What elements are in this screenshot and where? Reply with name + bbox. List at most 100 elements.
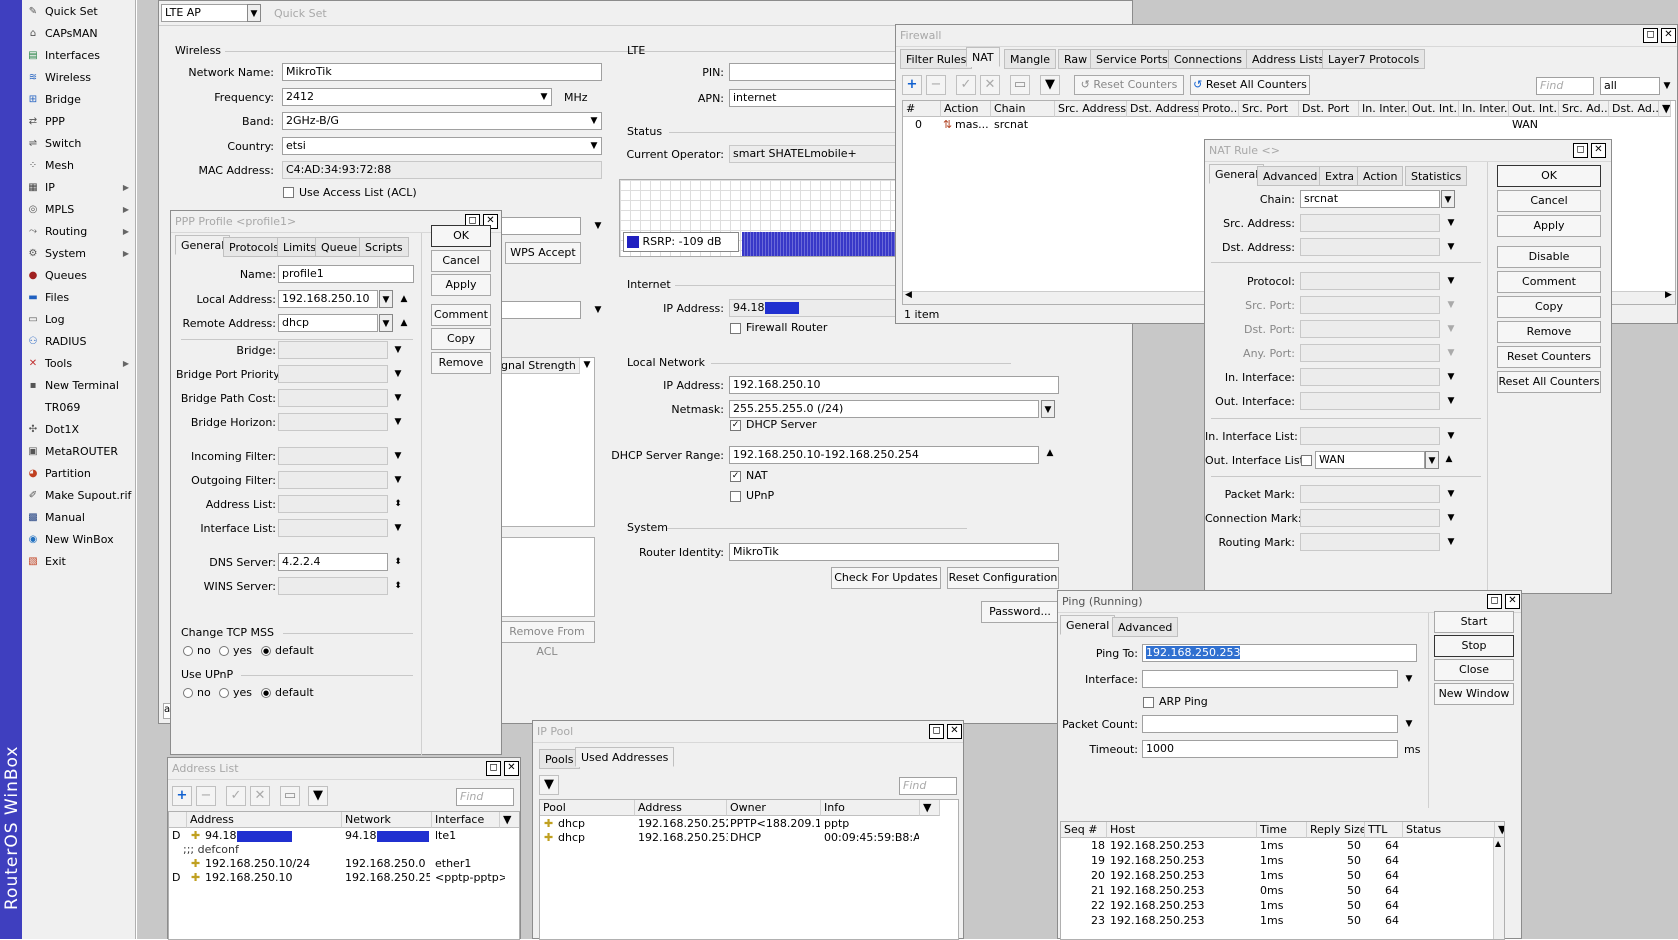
column-header[interactable]: Dst. Ad... — [1609, 101, 1659, 117]
sidebar-item-log[interactable]: ▭ Log — [22, 308, 135, 330]
tab-raw[interactable]: Raw — [1058, 49, 1094, 69]
sidebar-item-mpls[interactable]: ◎ MPLS ▶ — [22, 198, 135, 220]
outgoing-filter-dropdown-icon[interactable]: ▼ — [391, 471, 405, 489]
column-menu-header[interactable]: ▼ — [920, 800, 940, 816]
remove-from-acl-button[interactable]: Remove From ACL — [499, 621, 595, 658]
packet-count-dropdown-icon[interactable]: ▼ — [1402, 715, 1416, 733]
src-port-field[interactable] — [1300, 296, 1440, 314]
remove-icon[interactable]: − — [196, 786, 216, 806]
interface-cell[interactable]: <pptp-pptp> — [435, 871, 505, 885]
address-list-field[interactable] — [278, 495, 388, 513]
column-header[interactable]: Reply Size — [1307, 822, 1365, 838]
column-header[interactable]: Owner — [727, 800, 821, 816]
interface-list-dropdown-icon[interactable]: ▼ — [391, 519, 405, 537]
maximize-icon[interactable]: ◻ — [486, 761, 501, 776]
local-address-up-icon[interactable]: ▲ — [397, 290, 411, 308]
column-header[interactable]: Pool — [540, 800, 635, 816]
sidebar-item-tr069[interactable]: TR069 — [22, 396, 135, 418]
ping-close-button[interactable]: Close — [1434, 659, 1514, 681]
upnp-radio-yes[interactable] — [219, 688, 229, 698]
ip-pool-find-field[interactable]: Find — [899, 777, 957, 795]
column-header[interactable]: Status — [1403, 822, 1495, 838]
routing-mark-dropdown-icon[interactable]: ▼ — [1444, 533, 1458, 551]
src-address-dropdown-icon[interactable]: ▼ — [1444, 214, 1458, 232]
tab-mangle[interactable]: Mangle — [1004, 49, 1057, 69]
dst-address-dropdown-icon[interactable]: ▼ — [1444, 238, 1458, 256]
ppp-cancel-button[interactable]: Cancel — [431, 250, 491, 272]
out-interface-list-field[interactable]: WAN — [1315, 451, 1425, 469]
column-header[interactable]: Time — [1257, 822, 1307, 838]
column-header[interactable]: Out. Int... — [1509, 101, 1559, 117]
sidebar-item-dot1x[interactable]: ✣ Dot1X — [22, 418, 135, 440]
remote-address-field[interactable]: dhcp — [278, 314, 378, 332]
address-cell[interactable]: 192.168.250.252 — [638, 817, 728, 831]
tab-action[interactable]: Action — [1357, 166, 1404, 186]
close-icon[interactable]: ✕ — [947, 724, 962, 739]
column-header[interactable]: Dst. Port — [1299, 101, 1359, 117]
network-cell[interactable]: 192.168.250.252 — [345, 871, 430, 885]
column-header[interactable]: Address — [187, 812, 342, 828]
ppp-apply-button[interactable]: Apply — [431, 274, 491, 296]
netmask-dropdown-icon[interactable]: ▼ — [1041, 400, 1055, 418]
ppp-ok-button[interactable]: OK — [431, 225, 491, 247]
check-updates-button[interactable]: Check For Updates — [831, 567, 941, 589]
interface-cell[interactable]: lte1 — [435, 829, 505, 843]
out-interface-dropdown-icon[interactable]: ▼ — [1444, 392, 1458, 410]
ping-stop-button[interactable]: Stop — [1434, 635, 1514, 657]
column-header[interactable]: Chain — [991, 101, 1055, 117]
nat-remove-button[interactable]: Remove — [1497, 321, 1601, 343]
rule-out-list[interactable]: WAN — [1512, 118, 1560, 132]
info-cell[interactable]: pptp — [824, 817, 919, 831]
tcp-mss-radio-no[interactable] — [183, 646, 193, 656]
sidebar-item-system[interactable]: ⚙ System ▶ — [22, 242, 135, 264]
scroll-right-icon[interactable]: ▶ — [1665, 290, 1672, 300]
tab-statistics[interactable]: Statistics — [1405, 166, 1468, 186]
reset-all-counters-button[interactable]: ↺ Reset All Counters — [1190, 75, 1310, 95]
tab-extra[interactable]: Extra — [1319, 166, 1361, 186]
column-menu-header[interactable]: ▼ — [500, 812, 519, 828]
tcp-mss-radio-yes[interactable] — [219, 646, 229, 656]
src-address-field[interactable] — [1300, 214, 1440, 232]
wireless-hidden-dropdown-icon-2[interactable]: ▼ — [591, 301, 605, 319]
column-header[interactable]: Seq # — [1061, 822, 1107, 838]
interface-list-field[interactable] — [278, 519, 388, 537]
ppp-comment-button[interactable]: Comment — [431, 304, 491, 326]
sidebar-item-interfaces[interactable]: ▤ Interfaces — [22, 44, 135, 66]
disable-icon[interactable]: ✕ — [980, 75, 1000, 95]
sidebar-item-capsman[interactable]: ⌂ CAPsMAN — [22, 22, 135, 44]
out-interface-list-not-checkbox[interactable] — [1301, 455, 1312, 466]
close-icon[interactable]: ✕ — [1591, 143, 1606, 158]
dst-port-field[interactable] — [1300, 320, 1440, 338]
wins-server-updown-icon[interactable]: ⬍ — [391, 577, 405, 595]
dns-server-field[interactable]: 4.2.2.4 — [278, 553, 388, 571]
column-header[interactable]: In. Inter... — [1359, 101, 1409, 117]
bridge-dropdown-icon[interactable]: ▼ — [391, 341, 405, 359]
wireless-hidden-select[interactable] — [489, 217, 581, 235]
outgoing-filter-field[interactable] — [278, 471, 388, 489]
tab-connections[interactable]: Connections — [1168, 49, 1248, 69]
column-header[interactable]: # — [903, 101, 941, 117]
nat-disable-button[interactable]: Disable — [1497, 246, 1601, 268]
ping-new-window-button[interactable]: New Window — [1434, 683, 1514, 705]
column-header[interactable]: TTL — [1365, 822, 1403, 838]
sidebar-item-manual[interactable]: ▩ Manual — [22, 506, 135, 528]
connection-mark-field[interactable] — [1300, 509, 1440, 527]
network-cell[interactable]: 192.168.250.0 — [345, 857, 430, 871]
address-cell[interactable]: 192.168.250.253 — [638, 831, 728, 845]
in-interface-list-field[interactable] — [1300, 427, 1440, 445]
sidebar-item-ppp[interactable]: ⇄ PPP — [22, 110, 135, 132]
src-port-dropdown-icon[interactable]: ▼ — [1444, 296, 1458, 314]
bridge-horizon-field[interactable] — [278, 413, 388, 431]
nat-copy-button[interactable]: Copy — [1497, 296, 1601, 318]
wireless-hidden-dropdown-icon[interactable]: ▼ — [591, 217, 605, 235]
sidebar-item-files[interactable]: ▬ Files — [22, 286, 135, 308]
remove-icon[interactable]: − — [926, 75, 946, 95]
upnp-radio-default[interactable]: ● — [261, 688, 271, 698]
protocol-dropdown-icon[interactable]: ▼ — [1444, 272, 1458, 290]
tab-protocols[interactable]: Protocols — [223, 237, 286, 257]
dhcp-server-checkbox[interactable]: ✓ — [730, 420, 741, 431]
sidebar-item-wireless[interactable]: ≋ Wireless — [22, 66, 135, 88]
firewall-router-checkbox[interactable] — [730, 323, 741, 334]
bridge-field[interactable] — [278, 341, 388, 359]
firewall-find-field[interactable]: Find — [1536, 77, 1594, 95]
